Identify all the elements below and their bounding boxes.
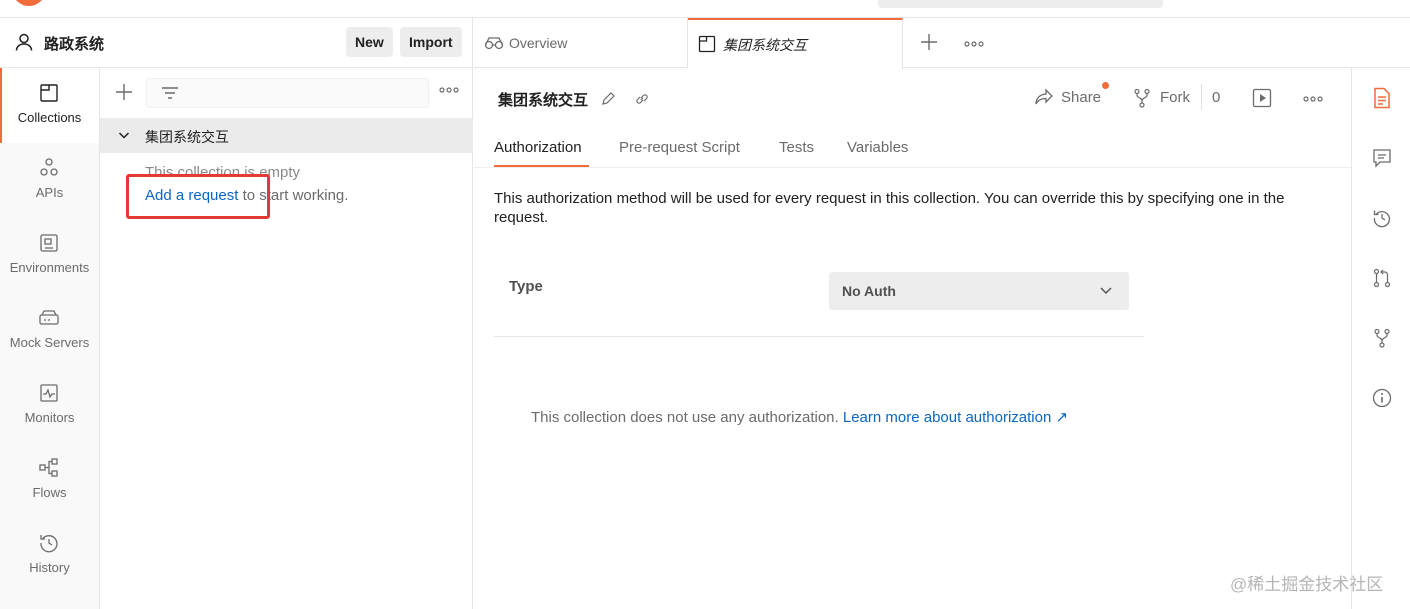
workspace-name[interactable]: 路政系统 [44, 33, 104, 54]
sidebar-item-apis[interactable]: APIs [0, 143, 99, 218]
user-icon [14, 32, 34, 52]
tab-bar: Overview 集团系统交互 [474, 18, 1410, 69]
monitors-icon [38, 382, 60, 404]
chevron-down-icon [1099, 285, 1113, 295]
share-icon [1034, 88, 1054, 106]
no-auth-message: This collection does not use any authori… [531, 408, 1068, 426]
collections-panel: 集团系统交互 This collection is empty Add a re… [100, 68, 473, 609]
sidebar-item-environments[interactable]: Environments [0, 218, 99, 293]
documentation-icon[interactable] [1372, 87, 1392, 109]
divider [1201, 84, 1202, 110]
collections-icon [38, 82, 60, 104]
right-sidebar [1351, 68, 1410, 609]
collection-editor: 集团系统交互 Share Fork 0 Authorization Pre-re… [474, 68, 1351, 609]
watermark: @稀土掘金技术社区 [1230, 575, 1384, 594]
fork-count[interactable]: 0 [1212, 89, 1220, 106]
page-title[interactable]: 集团系统交互 [498, 89, 588, 110]
forks-icon[interactable] [1372, 328, 1392, 348]
environments-icon [38, 232, 60, 254]
app-logo[interactable] [12, 0, 46, 6]
sidebar-item-flows[interactable]: Flows [0, 443, 99, 518]
comments-icon[interactable] [1372, 148, 1392, 168]
new-button[interactable]: New [346, 27, 393, 57]
sidebar-item-label: APIs [35, 185, 64, 200]
overview-icon [484, 35, 504, 51]
sidebar-item-label: Monitors [24, 410, 75, 425]
no-auth-text: This collection does not use any authori… [531, 409, 843, 426]
filter-icon[interactable] [160, 85, 180, 103]
sidebar-item-monitors[interactable]: Monitors [0, 368, 99, 443]
sidebar-item-history[interactable]: History [0, 518, 99, 593]
link-icon[interactable] [634, 91, 650, 107]
more-options-icon[interactable] [439, 86, 459, 94]
history-icon [38, 532, 60, 554]
auth-type-select[interactable]: No Auth [829, 272, 1129, 310]
new-tab-icon[interactable] [920, 33, 938, 51]
global-search-bar[interactable] [878, 0, 1163, 8]
mock-servers-icon [38, 307, 60, 329]
sidebar-item-label: Flows [32, 485, 67, 500]
highlight-annotation-box [126, 174, 270, 219]
sidebar-item-collections[interactable]: Collections [0, 68, 99, 143]
collection-item[interactable]: 集团系统交互 [100, 118, 473, 153]
app-top-bar [0, 0, 1410, 18]
chevron-down-icon[interactable] [118, 130, 130, 140]
pencil-icon[interactable] [600, 91, 616, 107]
sidebar-item-mock-servers[interactable]: Mock Servers [0, 293, 99, 368]
sidebar-item-label: History [29, 560, 70, 575]
sidebar-item-label: Mock Servers [9, 335, 90, 350]
divider [494, 336, 1144, 337]
fork-label: Fork [1160, 89, 1190, 106]
authorization-description: This authorization method will be used f… [494, 190, 1285, 226]
pull-requests-icon[interactable] [1372, 268, 1392, 288]
active-tab-indicator [494, 165, 589, 167]
sidebar-item-label: Collections [17, 110, 82, 125]
share-label: Share [1061, 89, 1102, 106]
add-collection-icon[interactable] [115, 83, 133, 101]
workspace-header: 路政系统 New Import [0, 18, 473, 68]
flows-icon [38, 457, 60, 479]
learn-more-link[interactable]: Learn more about authorization ↗ [843, 409, 1068, 426]
info-icon[interactable] [1372, 388, 1392, 408]
fork-icon [1132, 88, 1152, 108]
collection-search-input[interactable] [146, 78, 429, 108]
notification-dot [1102, 82, 1109, 89]
tab-pre-request-script[interactable]: Pre-request Script [619, 139, 740, 156]
collection-subtabs: Authorization Pre-request Script Tests V… [474, 128, 1351, 168]
tab-label: 集团系统交互 [723, 37, 807, 53]
run-icon[interactable] [1252, 88, 1272, 108]
tab-label: Overview [509, 35, 568, 51]
more-options-icon[interactable] [1303, 95, 1323, 103]
sidebar-item-label: Environments [9, 260, 90, 275]
tab-authorization[interactable]: Authorization [494, 139, 582, 156]
auth-type-value: No Auth [842, 283, 896, 299]
auth-type-label: Type [509, 278, 543, 295]
tab-collection[interactable]: 集团系统交互 [688, 18, 903, 69]
tab-overview[interactable]: Overview [474, 18, 688, 68]
sidebar-rail: Collections APIs Environments Mock Serve… [0, 68, 100, 609]
changelog-icon[interactable] [1372, 208, 1392, 228]
collection-name: 集团系统交互 [145, 129, 229, 145]
collection-tab-icon [698, 35, 716, 53]
apis-icon [38, 157, 60, 179]
tab-tests[interactable]: Tests [779, 139, 814, 156]
tab-options-icon[interactable] [964, 40, 984, 48]
import-button[interactable]: Import [400, 27, 462, 57]
tab-variables[interactable]: Variables [847, 139, 908, 156]
